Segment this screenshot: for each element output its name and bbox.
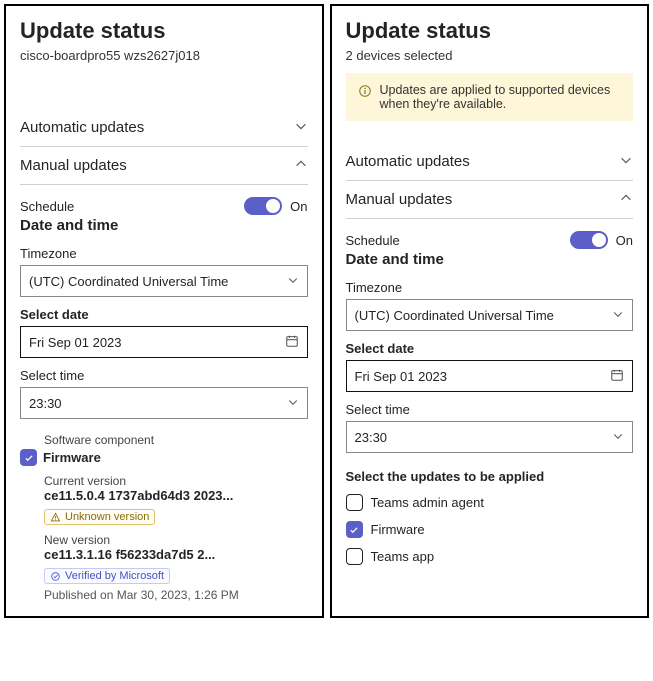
date-value: Fri Sep 01 2023	[29, 335, 122, 350]
schedule-status: On	[290, 199, 307, 214]
chevron-up-icon	[619, 191, 633, 208]
section-label-manual: Manual updates	[20, 157, 127, 174]
timezone-label: Timezone	[20, 246, 308, 261]
verified-icon	[50, 571, 61, 582]
section-automatic-updates[interactable]: Automatic updates	[346, 143, 634, 181]
current-version-label: Current version	[44, 474, 308, 488]
teams-admin-agent-label: Teams admin agent	[371, 495, 484, 510]
current-version-value: ce11.5.0.4 1737abd64d3 2023...	[44, 488, 233, 503]
firmware-checkbox[interactable]	[20, 449, 37, 466]
timezone-select[interactable]: (UTC) Coordinated Universal Time	[346, 299, 634, 331]
new-version-value: ce11.3.1.16 f56233da7d5 2...	[44, 547, 215, 562]
select-date-label: Select date	[20, 307, 308, 322]
timezone-select[interactable]: (UTC) Coordinated Universal Time	[20, 265, 308, 297]
time-value: 23:30	[29, 396, 62, 411]
section-manual-updates[interactable]: Manual updates	[346, 181, 634, 219]
time-select[interactable]: 23:30	[20, 387, 308, 419]
component-name: Firmware	[43, 450, 101, 465]
time-value: 23:30	[355, 430, 388, 445]
schedule-label: Schedule	[20, 199, 74, 214]
date-value: Fri Sep 01 2023	[355, 369, 448, 384]
chevron-down-icon	[619, 153, 633, 170]
teams-app-label: Teams app	[371, 549, 435, 564]
section-manual-updates[interactable]: Manual updates	[20, 147, 308, 185]
panel-single-device: Update status cisco-boardpro55 wzs2627j0…	[4, 4, 324, 618]
timezone-value: (UTC) Coordinated Universal Time	[355, 308, 554, 323]
page-title: Update status	[20, 18, 308, 44]
calendar-icon	[285, 334, 299, 351]
calendar-icon	[610, 368, 624, 385]
teams-app-checkbox[interactable]	[346, 548, 363, 565]
chevron-up-icon	[294, 157, 308, 174]
schedule-toggle[interactable]	[570, 231, 608, 249]
section-automatic-updates[interactable]: Automatic updates	[20, 109, 308, 147]
select-time-label: Select time	[20, 368, 308, 383]
select-time-label: Select time	[346, 402, 634, 417]
teams-admin-agent-checkbox[interactable]	[346, 494, 363, 511]
published-date: Published on Mar 30, 2023, 1:26 PM	[44, 588, 308, 602]
panel-multi-device: Update status 2 devices selected Updates…	[330, 4, 650, 618]
firmware-label: Firmware	[371, 522, 425, 537]
new-version-label: New version	[44, 533, 308, 547]
timezone-label: Timezone	[346, 280, 634, 295]
firmware-checkbox[interactable]	[346, 521, 363, 538]
schedule-status: On	[616, 233, 633, 248]
section-label-automatic: Automatic updates	[20, 119, 144, 136]
date-input[interactable]: Fri Sep 01 2023	[346, 360, 634, 392]
chevron-down-icon	[612, 430, 624, 445]
software-component-label: Software component	[44, 433, 308, 447]
info-banner: Updates are applied to supported devices…	[346, 73, 634, 121]
select-date-label: Select date	[346, 341, 634, 356]
date-input[interactable]: Fri Sep 01 2023	[20, 326, 308, 358]
chevron-down-icon	[287, 274, 299, 289]
apply-updates-header: Select the updates to be applied	[346, 469, 634, 484]
timezone-value: (UTC) Coordinated Universal Time	[29, 274, 228, 289]
banner-text: Updates are applied to supported devices…	[380, 83, 622, 111]
section-label-automatic: Automatic updates	[346, 153, 470, 170]
schedule-label: Schedule	[346, 233, 400, 248]
schedule-toggle[interactable]	[244, 197, 282, 215]
info-icon	[358, 84, 372, 98]
chevron-down-icon	[287, 396, 299, 411]
date-time-heading: Date and time	[20, 217, 308, 234]
chevron-down-icon	[294, 119, 308, 136]
verified-badge: Verified by Microsoft	[44, 568, 170, 584]
time-select[interactable]: 23:30	[346, 421, 634, 453]
section-label-manual: Manual updates	[346, 191, 453, 208]
page-title: Update status	[346, 18, 634, 44]
unknown-version-badge: Unknown version	[44, 509, 155, 525]
chevron-down-icon	[612, 308, 624, 323]
date-time-heading: Date and time	[346, 251, 634, 268]
warning-icon	[50, 512, 61, 523]
device-count: 2 devices selected	[346, 48, 634, 63]
device-name: cisco-boardpro55 wzs2627j018	[20, 48, 308, 63]
